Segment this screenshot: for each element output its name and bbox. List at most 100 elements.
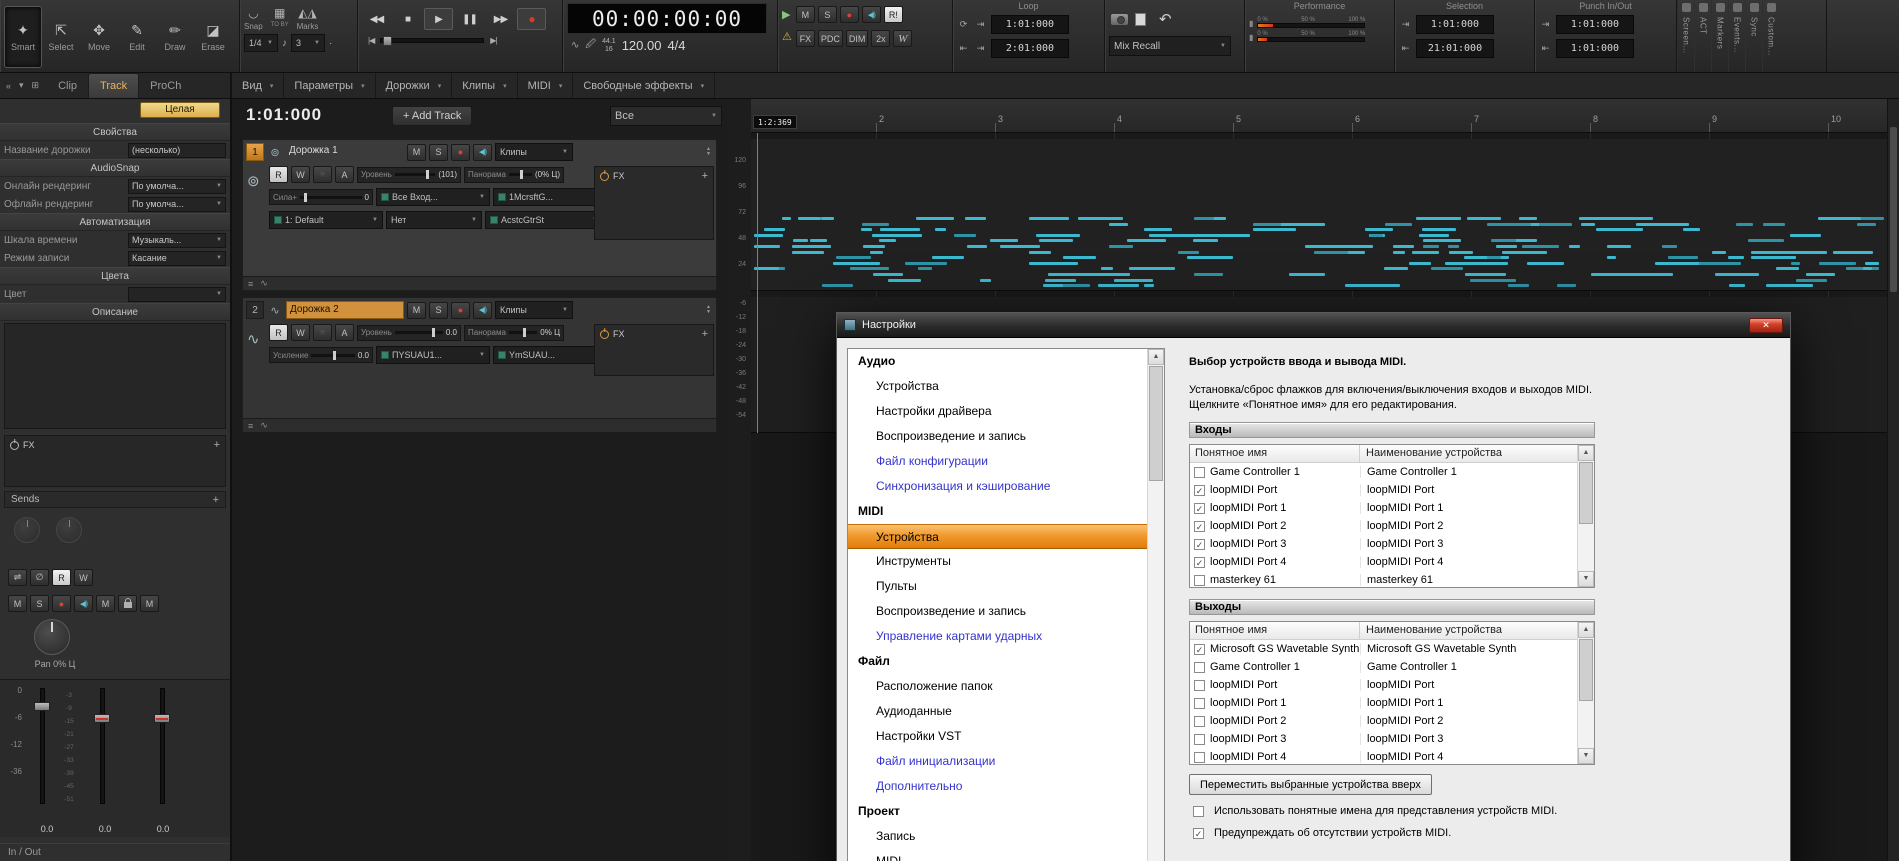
field-value[interactable]: (несколько) xyxy=(128,143,226,158)
device-row[interactable]: ✓loopMIDI Port 2loopMIDI Port 2 xyxy=(1190,517,1577,535)
w-script-button[interactable]: W xyxy=(893,30,912,47)
speed-button[interactable]: 2x xyxy=(871,30,890,47)
track-arm-button[interactable]: ● xyxy=(451,302,470,319)
punch-in-time[interactable]: 1:01:000 xyxy=(1556,15,1634,34)
settings-nav-20[interactable]: MIDI xyxy=(848,849,1147,861)
read-button[interactable]: R xyxy=(52,569,71,586)
tool-erase[interactable]: ◪Erase xyxy=(194,6,232,68)
pan-knob[interactable] xyxy=(34,619,70,655)
settings-nav-14[interactable]: Аудиоданные xyxy=(848,699,1147,724)
use-friendly-names-checkbox[interactable]: Использовать понятные имена для представ… xyxy=(1189,805,1595,817)
fader-cap[interactable] xyxy=(154,714,170,723)
mix-recall-dropdown[interactable]: Mix Recall ▼ xyxy=(1109,36,1231,56)
selection-end-icon[interactable]: ⇤ xyxy=(1399,43,1412,54)
checkbox[interactable]: ✓ xyxy=(1193,828,1204,839)
tool-select[interactable]: ⇱Select xyxy=(42,6,80,68)
add-fx-button[interactable]: + xyxy=(214,439,220,451)
field-value[interactable]: Музыкаль...▼ xyxy=(128,233,226,248)
bank-dropdown[interactable]: 1: Default▼ xyxy=(269,211,383,229)
arm-all-button[interactable]: ● xyxy=(840,6,859,23)
pencil-icon[interactable]: 🖉 xyxy=(585,37,596,54)
scroll-down-icon[interactable]: ▼ xyxy=(1578,571,1594,587)
device-row[interactable]: loopMIDI PortloopMIDI Port xyxy=(1190,676,1577,694)
pan-slider[interactable]: Панорама0% Ц xyxy=(464,325,564,341)
device-row[interactable]: loopMIDI Port 1loopMIDI Port 1 xyxy=(1190,694,1577,712)
track-mute-button[interactable]: M xyxy=(407,144,426,161)
mute-all-button[interactable]: M xyxy=(796,6,815,23)
settings-nav-2[interactable]: Настройки драйвера xyxy=(848,399,1147,424)
tab-track[interactable]: Track xyxy=(88,73,139,98)
add-send-button[interactable]: + xyxy=(213,494,219,506)
warn-missing-devices-checkbox[interactable]: ✓ Предупреждать об отсутствии устройств … xyxy=(1189,827,1595,839)
duration-whole-button[interactable]: Целая xyxy=(140,102,220,118)
undo-icon[interactable]: ↶ xyxy=(1159,10,1172,28)
r-bang-button[interactable]: R! xyxy=(884,6,903,23)
device-row[interactable]: ✓loopMIDI Port 4loopMIDI Port 4 xyxy=(1190,553,1577,571)
settings-nav-4[interactable]: Файл конфигурации xyxy=(848,449,1147,474)
device-checkbox[interactable] xyxy=(1194,662,1205,673)
settings-nav-10[interactable]: Воспроизведение и запись xyxy=(848,599,1147,624)
now-position[interactable]: 1:01:000 xyxy=(246,105,322,125)
menu-5[interactable]: Свободные эффекты▾ xyxy=(573,73,715,98)
patch-none-dropdown[interactable]: Нет▼ xyxy=(386,211,482,229)
device-checkbox[interactable]: ✓ xyxy=(1194,503,1205,514)
track-name[interactable]: Дорожка 2 xyxy=(286,301,404,319)
automation-button-1[interactable]: W xyxy=(291,324,310,341)
clips-dropdown[interactable]: Клипы▼ xyxy=(495,143,573,161)
meter-display[interactable]: 4/4 xyxy=(667,38,685,53)
tool-draw[interactable]: ✏Draw xyxy=(156,6,194,68)
dim-button[interactable]: DIM xyxy=(846,30,869,47)
dock-tab-4[interactable]: Sync xyxy=(1745,0,1762,72)
add-fx-button[interactable]: + xyxy=(702,170,708,182)
settings-nav-15[interactable]: Настройки VST xyxy=(848,724,1147,749)
dock-tab-0[interactable]: Screen... xyxy=(1677,0,1694,72)
automation-button-3[interactable]: A xyxy=(335,324,354,341)
tab-proch[interactable]: ProCh xyxy=(139,73,192,98)
device-row[interactable]: loopMIDI Port 3loopMIDI Port 3 xyxy=(1190,730,1577,748)
arm-button[interactable]: ● xyxy=(52,595,71,612)
device-checkbox[interactable]: ✓ xyxy=(1194,521,1205,532)
scroll-up-icon[interactable]: ▲ xyxy=(1578,445,1594,461)
track-fx-bin[interactable]: FX+ xyxy=(594,324,714,376)
mute2-button[interactable]: M xyxy=(140,595,159,612)
send-pan-knob[interactable] xyxy=(56,517,82,543)
dock-tab-1[interactable]: ACT xyxy=(1694,0,1711,72)
add-track-button[interactable]: + Add Track xyxy=(392,106,472,126)
punch-in-icon[interactable]: ⇥ xyxy=(1539,19,1552,30)
device-checkbox[interactable]: ✓ xyxy=(1194,539,1205,550)
go-start-icon[interactable]: |◀ xyxy=(368,36,374,45)
solo-button[interactable]: S xyxy=(30,595,49,612)
device-row[interactable]: ✓loopMIDI Port 3loopMIDI Port 3 xyxy=(1190,535,1577,553)
power-icon[interactable] xyxy=(10,441,19,450)
clips-dropdown[interactable]: Клипы▼ xyxy=(495,301,573,319)
loop-end-icon[interactable]: ⇥ xyxy=(974,43,987,54)
field-value[interactable]: ▼ xyxy=(128,287,226,302)
settings-nav-9[interactable]: Пульты xyxy=(848,574,1147,599)
punch-out-time[interactable]: 1:01:000 xyxy=(1556,39,1634,58)
snap-value-dropdown[interactable]: 1/4▼ xyxy=(244,34,278,52)
level-slider[interactable]: Уровень(101) xyxy=(357,167,461,183)
snap-toggle[interactable]: ◡ Snap xyxy=(244,6,263,31)
device-checkbox[interactable]: ✓ xyxy=(1194,485,1205,496)
wave-icon[interactable]: ∿ xyxy=(571,40,579,51)
menu-1[interactable]: Параметры▾ xyxy=(284,73,375,98)
scroll-up-icon[interactable]: ▲ xyxy=(1578,622,1594,638)
settings-nav-7[interactable]: Устройства xyxy=(848,524,1147,549)
scroll-thumb[interactable] xyxy=(1579,462,1593,524)
selection-start-time[interactable]: 1:01:000 xyxy=(1416,15,1494,34)
transport-pause-button[interactable]: ❚❚ xyxy=(455,8,484,30)
track-arm-button[interactable]: ● xyxy=(451,144,470,161)
loop-start-icon[interactable]: ⇥ xyxy=(974,19,987,30)
snap-marks-toggle[interactable]: ◭◮ Marks xyxy=(297,6,319,31)
lanes-icon[interactable]: ≡ xyxy=(248,421,253,431)
track-input-echo-button[interactable]: ◀)) xyxy=(473,302,492,319)
time-display[interactable]: 00:00:00:00 xyxy=(567,3,767,34)
automation-button-1[interactable]: W xyxy=(291,166,310,183)
track-input-dropdown[interactable]: Все Вход...▼ xyxy=(376,188,490,206)
fx-power-icon[interactable] xyxy=(600,172,609,181)
track-name[interactable]: Дорожка 1 xyxy=(286,143,404,161)
menu-3[interactable]: Клипы▾ xyxy=(452,73,517,98)
automation-icon[interactable]: ∿ xyxy=(260,278,268,289)
lock-button[interactable] xyxy=(118,595,137,612)
fx-bypass-button[interactable]: FX xyxy=(796,30,815,47)
